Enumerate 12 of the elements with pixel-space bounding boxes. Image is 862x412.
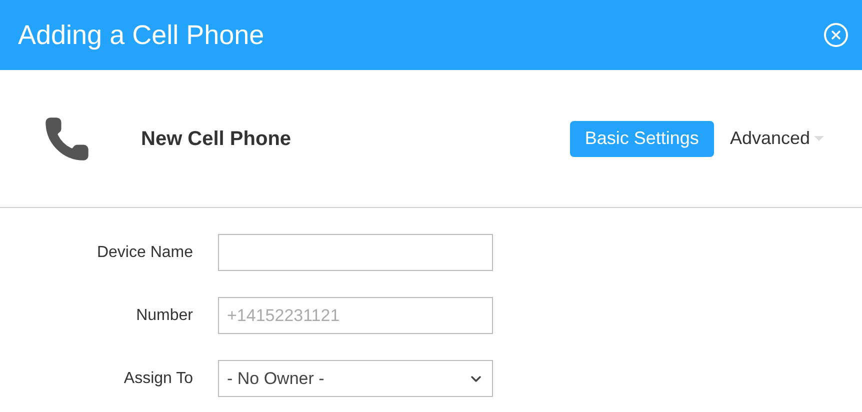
field-label: Device Name: [96, 242, 193, 262]
text-field[interactable]: [218, 234, 493, 271]
text-field[interactable]: +14152231121: [218, 297, 493, 334]
close-icon[interactable]: [824, 23, 848, 47]
settings-tab[interactable]: Advanced: [722, 120, 832, 156]
device-name: New Cell Phone: [141, 126, 292, 152]
owner-select[interactable]: - No Owner -: [218, 360, 493, 397]
dialog-title: Adding a Cell Phone: [18, 18, 264, 52]
field-label: Number: [135, 306, 193, 326]
select-value: - No Owner -: [227, 368, 324, 390]
field-label: Assign To: [122, 368, 193, 388]
caret-icon: [814, 136, 824, 141]
